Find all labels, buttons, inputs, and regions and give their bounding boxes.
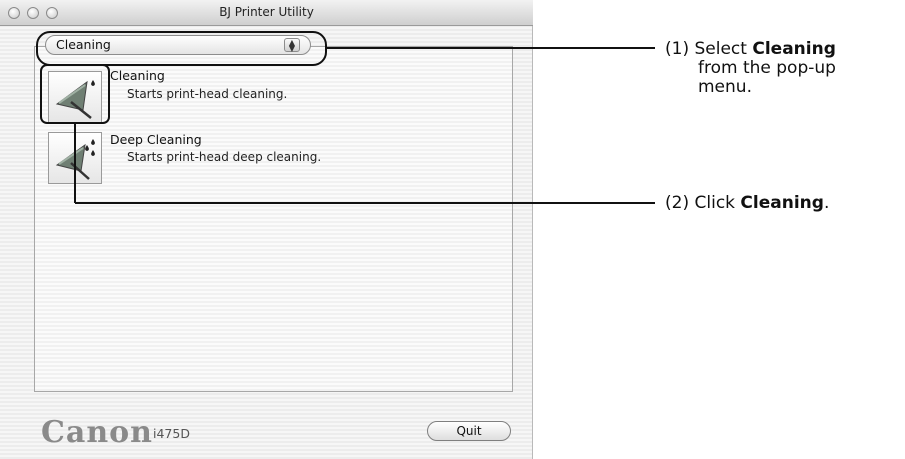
callout-step-1-number: (1): [665, 39, 690, 59]
callout-step-2-suffix: .: [823, 193, 830, 213]
callout-step-1: (1) Select Cleaning from the pop-up menu…: [665, 40, 836, 97]
callout-step-2: (2) Click Cleaning.: [665, 194, 829, 213]
callout-step-2-prefix: Click: [694, 193, 741, 213]
callout-step-2-number: (2): [665, 193, 690, 213]
callout-step-1-line3: menu.: [698, 77, 752, 97]
callout-step-1-line2: from the pop-up: [698, 58, 836, 78]
callout-step-1-prefix: Select: [694, 39, 753, 59]
callout-step-2-bold: Cleaning: [740, 193, 824, 213]
callout-step-1-bold: Cleaning: [752, 39, 836, 59]
